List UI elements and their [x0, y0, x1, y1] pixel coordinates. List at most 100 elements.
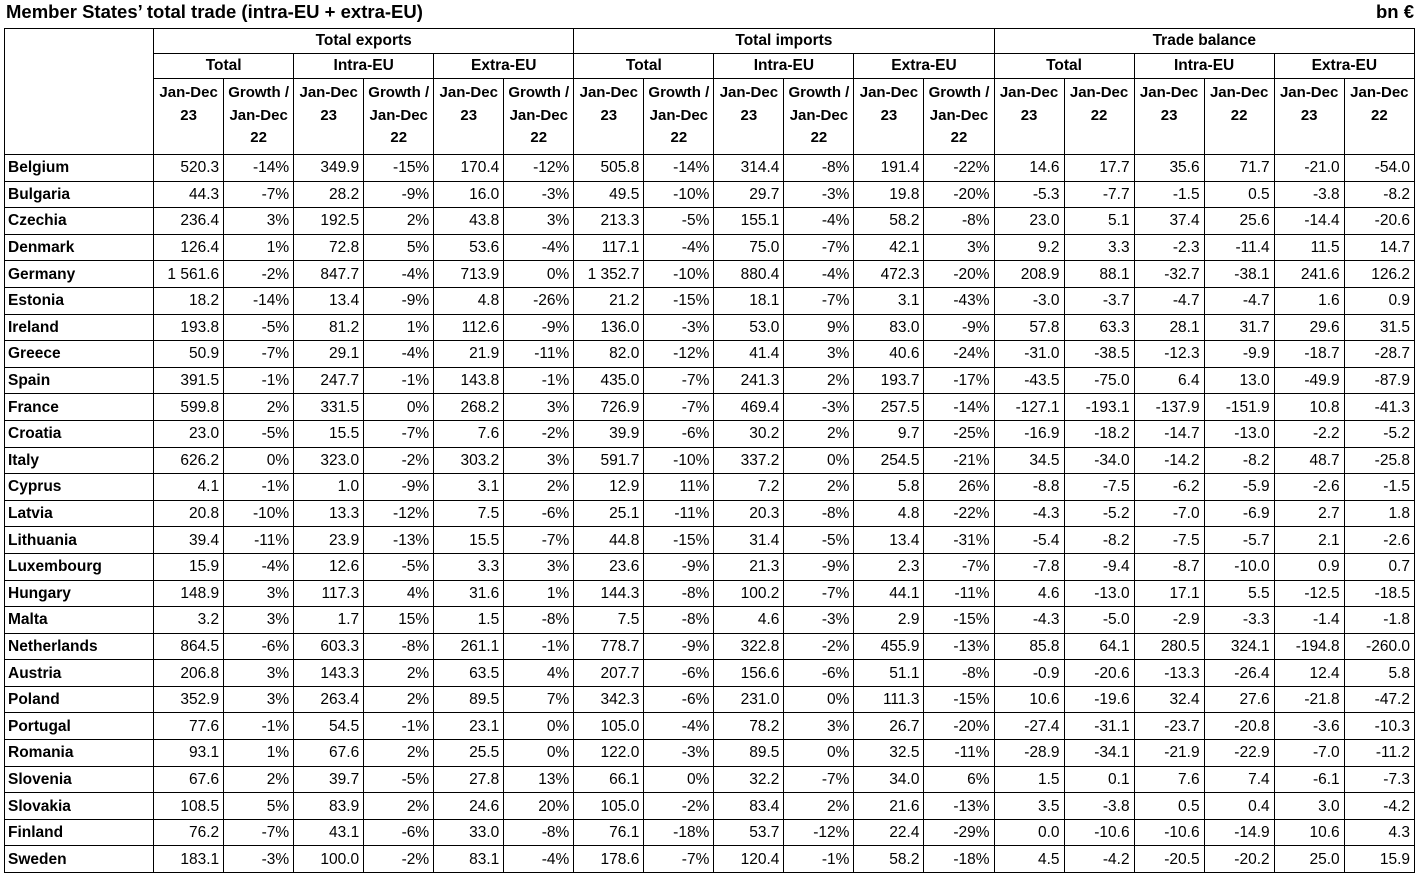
table-cell: 0.5	[1133, 792, 1205, 820]
table-cell: 13.4	[293, 286, 365, 315]
table-cell: 100.2	[713, 579, 785, 608]
table-cell: 3.1	[433, 473, 505, 501]
table-cell: 26.7	[853, 712, 925, 741]
colhead-jan-dec-23: Jan-Dec 23	[433, 78, 505, 155]
table-cell: -7.0	[1133, 499, 1205, 528]
table-cell: -34.1	[1063, 739, 1135, 767]
table-cell: 22.4	[853, 818, 925, 847]
table-cell: 241.6	[1273, 260, 1345, 288]
table-cell: 32.2	[713, 765, 785, 794]
table-row: Sweden 183.1 -3% 100.0 -2% 83.1 -4% 178.6 -7% 120…	[3, 845, 1416, 873]
table-cell: 75.0	[713, 233, 785, 262]
table-cell: 35.6	[1133, 154, 1205, 182]
table-cell: -9%	[363, 473, 435, 501]
table-cell: 0.5	[1203, 180, 1275, 209]
table-cell: -25%	[923, 419, 995, 448]
country-name: Czechia	[3, 207, 155, 235]
table-row: Estonia 18.2 -14% 13.4 -9% 4.8 -26% 21.2 -15% 18.…	[3, 286, 1416, 315]
colhead-jan-dec-23: Jan-Dec 23	[1273, 78, 1345, 155]
table-cell: 208.9	[993, 260, 1065, 288]
table-cell: 27.8	[433, 765, 505, 794]
colhead-jan-dec-23: Jan-Dec 23	[153, 78, 225, 155]
table-row: Ireland 193.8 -5% 81.2 1% 112.6 -9% 136.0 -3% 53.…	[3, 313, 1416, 342]
table-cell: 7.6	[433, 419, 505, 448]
table-row: Italy 626.2 0% 323.0 -2% 303.2 3% 591.7 -10% 337.…	[3, 446, 1416, 475]
country-name: Ireland	[3, 313, 155, 342]
table-cell: -2.6	[1273, 473, 1345, 501]
table-cell: 2.1	[1273, 526, 1345, 554]
table-cell: 53.7	[713, 818, 785, 847]
table-cell: -1%	[503, 366, 575, 395]
table-cell: 1%	[363, 313, 435, 342]
table-cell: 81.2	[293, 313, 365, 342]
table-cell: 21.2	[573, 286, 645, 315]
table-cell: 120.4	[713, 845, 785, 873]
table-cell: 51.1	[853, 659, 925, 687]
table-cell: -4%	[503, 845, 575, 873]
table-cell: 778.7	[573, 632, 645, 661]
table-cell: -2.6	[1343, 526, 1416, 554]
table-cell: -4%	[363, 260, 435, 288]
table-cell: 324.1	[1203, 632, 1275, 661]
table-cell: 148.9	[153, 579, 225, 608]
table-cell: 263.4	[293, 685, 365, 714]
table-cell: -11%	[923, 579, 995, 608]
table-cell: -1%	[783, 845, 855, 873]
subheader-exports-total: Total	[153, 53, 295, 79]
table-cell: -14%	[643, 154, 715, 182]
table-cell: -2%	[503, 419, 575, 448]
table-cell: -4.7	[1133, 286, 1205, 315]
table-cell: 1.5	[993, 765, 1065, 794]
table-cell: 7.5	[573, 606, 645, 634]
colhead-jan-dec-22: Jan-Dec 22	[1343, 78, 1416, 155]
table-row: Croatia 23.0 -5% 15.5 -7% 7.6 -2% 39.9 -6% 30.2 2%…	[3, 419, 1416, 448]
table-cell: 15.5	[433, 526, 505, 554]
table-cell: 7.5	[433, 499, 505, 528]
table-row: Hungary 148.9 3% 117.3 4% 31.6 1% 144.3 -8% 100.2…	[3, 579, 1416, 608]
table-cell: -27.4	[993, 712, 1065, 741]
table-cell: -3.8	[1063, 792, 1135, 820]
table-cell: 0%	[783, 446, 855, 475]
table-cell: -19.6	[1063, 685, 1135, 714]
table-cell: 847.7	[293, 260, 365, 288]
table-cell: 117.1	[573, 233, 645, 262]
table-cell: 88.1	[1063, 260, 1135, 288]
table-cell: 15.9	[153, 552, 225, 581]
table-cell: -11.2	[1343, 739, 1416, 767]
table-cell: -22%	[923, 154, 995, 182]
table-cell: -5.4	[993, 526, 1065, 554]
table-cell: 505.8	[573, 154, 645, 182]
table-cell: 58.2	[853, 845, 925, 873]
table-cell: 53.0	[713, 313, 785, 342]
table-cell: 20.3	[713, 499, 785, 528]
table-cell: 4.1	[153, 473, 225, 501]
table-cell: 14.6	[993, 154, 1065, 182]
table-cell: -14.2	[1133, 446, 1205, 475]
group-header-exports: Total exports	[153, 28, 575, 54]
table-cell: -13.3	[1133, 659, 1205, 687]
table-cell: 3.0	[1273, 792, 1345, 820]
colhead-growth: Growth / Jan-Dec 22	[783, 78, 855, 155]
table-cell: 9.2	[993, 233, 1065, 262]
table-row: Lithuania 39.4 -11% 23.9 -13% 15.5 -7% 44.8 -15%…	[3, 526, 1416, 554]
table-cell: 31.7	[1203, 313, 1275, 342]
table-cell: 0%	[783, 685, 855, 714]
country-name: Cyprus	[3, 473, 155, 501]
table-cell: 83.9	[293, 792, 365, 820]
country-name: Belgium	[3, 154, 155, 182]
table-cell: -1.5	[1343, 473, 1416, 501]
table-cell: -7%	[783, 579, 855, 608]
table-cell: 5.5	[1203, 579, 1275, 608]
table-cell: 3%	[223, 579, 295, 608]
table-cell: 2%	[223, 393, 295, 421]
table-cell: 1%	[223, 739, 295, 767]
table-cell: -8.7	[1133, 552, 1205, 581]
table-cell: -1.5	[1133, 180, 1205, 209]
colhead-jan-dec-23: Jan-Dec 23	[993, 78, 1065, 155]
table-cell: -31.1	[1063, 712, 1135, 741]
table-cell: -10.0	[1203, 552, 1275, 581]
table-cell: -14%	[923, 393, 995, 421]
table-cell: -7.5	[1133, 526, 1205, 554]
table-cell: -20%	[923, 260, 995, 288]
table-cell: 1%	[503, 579, 575, 608]
